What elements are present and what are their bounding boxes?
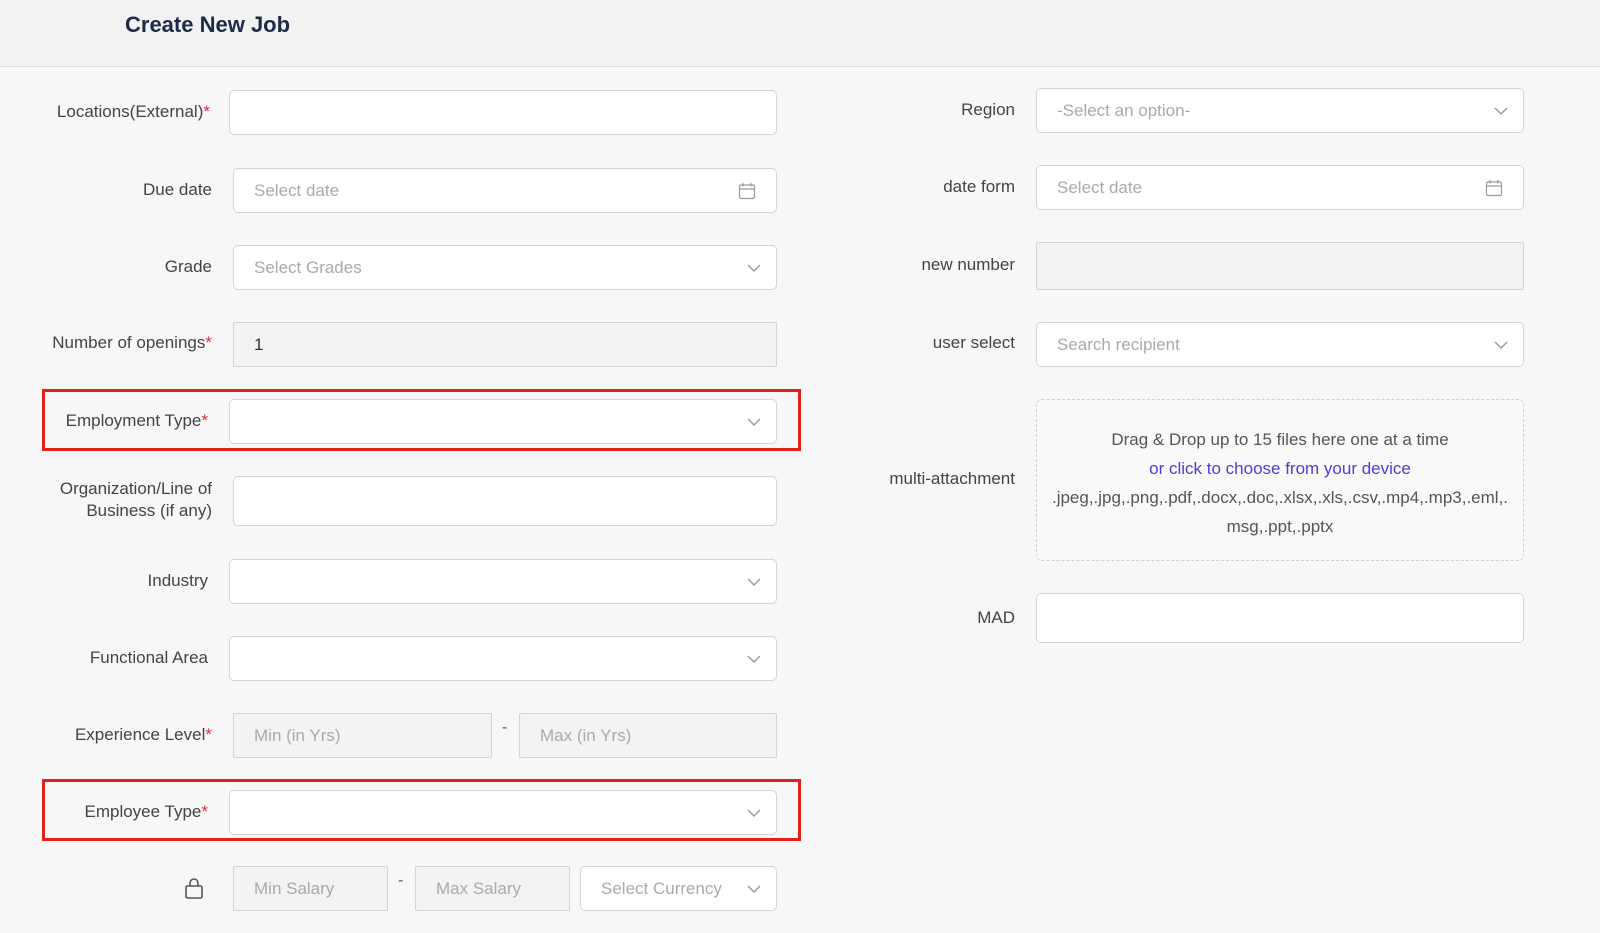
- due-date-label: Due date: [143, 180, 212, 199]
- functional-area-label: Functional Area: [89, 648, 208, 667]
- employment-type-label: Employment Type*: [65, 411, 208, 430]
- employment-type-select[interactable]: [229, 399, 777, 444]
- locations-label: Locations(External)*: [56, 102, 210, 121]
- industry-select[interactable]: [229, 559, 777, 604]
- date-form-picker[interactable]: Select date: [1036, 165, 1524, 210]
- calendar-icon: [738, 183, 756, 200]
- user-select-input[interactable]: Search recipient: [1036, 322, 1524, 367]
- openings-label: Number of openings*: [52, 333, 212, 352]
- experience-max-input[interactable]: Max (in Yrs): [519, 713, 777, 758]
- region-label: Region: [961, 100, 1015, 119]
- due-date-picker[interactable]: Select date: [233, 168, 777, 213]
- locations-input[interactable]: [229, 90, 777, 135]
- experience-min-input[interactable]: Min (in Yrs): [233, 713, 492, 758]
- calendar-icon: [1485, 180, 1503, 197]
- lock-icon: [185, 878, 203, 899]
- chevron-down-icon: [747, 655, 761, 663]
- grade-label: Grade: [164, 257, 212, 276]
- region-select[interactable]: -Select an option-: [1036, 88, 1524, 133]
- chevron-down-icon: [1494, 107, 1508, 115]
- organization-input[interactable]: [233, 476, 777, 526]
- allowed-file-types-cont: msg,.ppt,.pptx: [1226, 517, 1334, 536]
- new-number-input[interactable]: [1036, 242, 1524, 290]
- user-select-label: user select: [932, 333, 1015, 352]
- salary-max-input[interactable]: Max Salary: [415, 866, 570, 911]
- grade-select[interactable]: Select Grades: [233, 245, 777, 290]
- mad-input[interactable]: [1036, 593, 1524, 643]
- organization-label: Organization/Line of Business (if any): [59, 479, 212, 520]
- experience-separator: -: [502, 719, 508, 736]
- salary-separator: -: [398, 872, 404, 889]
- experience-label: Experience Level*: [74, 725, 212, 744]
- chevron-down-icon: [747, 264, 761, 272]
- page-title: Create New Job: [125, 12, 291, 37]
- chevron-down-icon: [747, 885, 761, 893]
- employee-type-select[interactable]: [229, 790, 777, 835]
- allowed-file-types: .jpeg,.jpg,.png,.pdf,.docx,.doc,.xlsx,.x…: [1051, 488, 1509, 507]
- date-form-label: date form: [943, 177, 1015, 196]
- new-number-label: new number: [921, 255, 1015, 274]
- multi-attachment-label: multi-attachment: [889, 469, 1015, 488]
- chevron-down-icon: [747, 418, 761, 426]
- page-header: Create New Job: [0, 0, 1600, 67]
- file-dropzone[interactable]: Drag & Drop up to 15 files here one at a…: [1036, 399, 1524, 561]
- salary-min-input[interactable]: Min Salary: [233, 866, 388, 911]
- functional-area-select[interactable]: [229, 636, 777, 681]
- currency-select[interactable]: Select Currency: [580, 866, 777, 911]
- chevron-down-icon: [1494, 341, 1508, 349]
- choose-file-link[interactable]: or click to choose from your device: [1037, 454, 1523, 483]
- openings-input[interactable]: 1: [233, 322, 777, 367]
- chevron-down-icon: [747, 809, 761, 817]
- industry-label: Industry: [147, 571, 208, 590]
- dropzone-instructions: Drag & Drop up to 15 files here one at a…: [1111, 430, 1449, 449]
- mad-label: MAD: [977, 608, 1015, 627]
- employee-type-label: Employee Type*: [84, 802, 209, 821]
- chevron-down-icon: [747, 578, 761, 586]
